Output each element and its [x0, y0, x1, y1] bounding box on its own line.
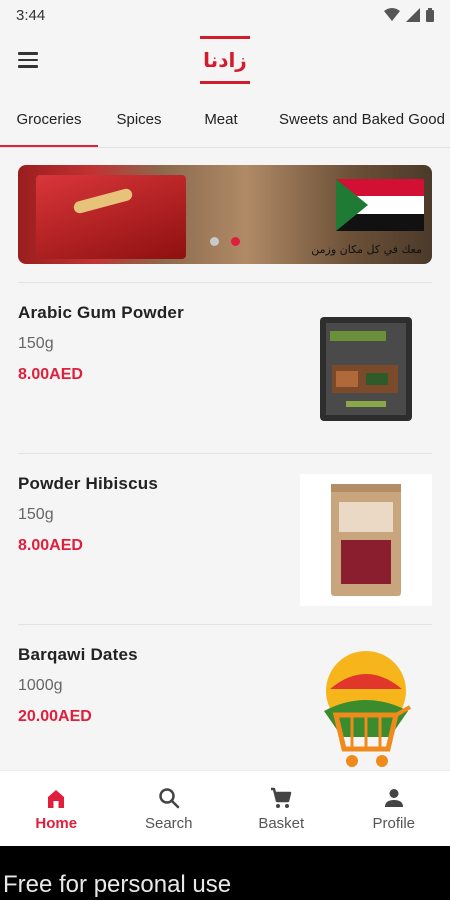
- status-icons: [384, 8, 434, 22]
- product-image: [300, 645, 432, 777]
- home-icon: [48, 789, 65, 808]
- product-name: Powder Hibiscus: [18, 474, 158, 493]
- nav-profile[interactable]: Profile: [338, 771, 450, 846]
- gift-box-image: [36, 175, 186, 259]
- nav-label: Home: [35, 814, 78, 832]
- banner-caption: معك في كل مكان وزمن: [311, 243, 422, 256]
- category-tabs: Groceries Spices Meat Sweets and Baked G…: [0, 98, 450, 148]
- product-image: [300, 474, 432, 606]
- nav-search[interactable]: Search: [113, 771, 226, 846]
- hibiscus-bag-icon: [331, 484, 401, 596]
- product-item[interactable]: Arabic Gum Powder 150g 8.00AED: [18, 282, 432, 452]
- product-image: [300, 303, 432, 435]
- watermark-text: Free for personal use: [0, 846, 450, 900]
- tab-groceries[interactable]: Groceries: [0, 98, 98, 147]
- product-name: Barqawi Dates: [18, 645, 138, 664]
- product-price: 8.00AED: [18, 537, 83, 554]
- product-price: 8.00AED: [18, 366, 83, 383]
- app-bar: زادنا: [0, 30, 450, 92]
- app-logo: زادنا: [200, 36, 250, 84]
- signal-icon: [406, 8, 420, 22]
- product-item[interactable]: Powder Hibiscus 150g 8.00AED: [18, 453, 432, 623]
- bottom-navigation: Home Search Basket Profile: [0, 770, 450, 846]
- wifi-icon: [384, 8, 400, 21]
- nav-label: Profile: [372, 814, 416, 832]
- battery-icon: [426, 8, 434, 22]
- status-bar: 3:44: [0, 0, 450, 30]
- product-weight: 150g: [18, 335, 54, 352]
- gum-powder-pouch-icon: [320, 317, 412, 421]
- product-price: 20.00AED: [18, 708, 92, 725]
- product-name: Arabic Gum Powder: [18, 303, 184, 322]
- cart-icon: [271, 787, 292, 808]
- menu-icon[interactable]: [12, 44, 44, 76]
- tab-spices[interactable]: Spices: [98, 98, 180, 146]
- tab-sweets-and-baked-goods[interactable]: Sweets and Baked Good: [262, 98, 450, 146]
- product-weight: 1000g: [18, 677, 63, 694]
- nav-label: Search: [144, 814, 193, 832]
- carousel-dot-2[interactable]: [231, 237, 240, 246]
- nav-basket[interactable]: Basket: [225, 771, 338, 846]
- status-time: 3:44: [16, 6, 46, 24]
- nav-label: Basket: [258, 814, 305, 832]
- logo-text: زادنا: [203, 48, 247, 72]
- carousel-dot-1[interactable]: [210, 237, 219, 246]
- carousel-indicator: [210, 237, 240, 246]
- search-icon: [159, 787, 179, 808]
- product-weight: 150g: [18, 506, 54, 523]
- tab-meat[interactable]: Meat: [180, 98, 262, 146]
- nav-home[interactable]: Home: [0, 771, 113, 846]
- dates-store-logo-icon: [324, 651, 411, 767]
- product-item[interactable]: Barqawi Dates 1000g 20.00AED: [18, 624, 432, 794]
- promo-banner[interactable]: معك في كل مكان وزمن: [18, 165, 432, 264]
- sudan-flag-image: [336, 179, 424, 231]
- person-icon: [384, 788, 403, 807]
